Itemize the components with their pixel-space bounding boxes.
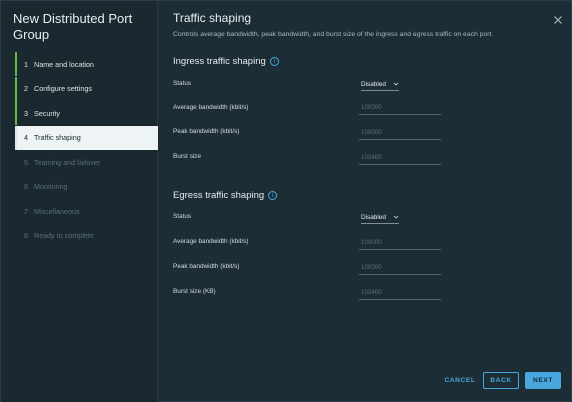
- egress-title-text: Egress traffic shaping: [173, 190, 265, 201]
- step-label: Teaming and failover: [34, 157, 101, 167]
- step-label: Ready to complete: [34, 231, 94, 240]
- step-label: Traffic shaping: [34, 133, 81, 142]
- egress-peak-label: Peak bandwidth (kbit/s): [173, 263, 240, 270]
- egress-status-select[interactable]: Disabled: [361, 214, 399, 224]
- info-icon[interactable]: i: [269, 57, 279, 66]
- cancel-button[interactable]: CANCEL: [441, 372, 479, 389]
- wizard-step-traffic-shaping[interactable]: 4 Traffic shaping: [15, 125, 158, 150]
- egress-avg-bandwidth-input[interactable]: 100000: [359, 239, 441, 250]
- wizard-title: New Distributed Port Group: [13, 11, 133, 42]
- info-icon[interactable]: i: [268, 191, 278, 200]
- egress-burst-size-input[interactable]: 102400: [359, 289, 441, 300]
- ingress-burst-size-input[interactable]: 102400: [359, 154, 441, 165]
- step-number: 6: [24, 182, 28, 191]
- wizard-content: Traffic shaping Controls average bandwid…: [159, 1, 571, 401]
- step-number: 8: [24, 231, 28, 240]
- ingress-burst-label: Burst size: [173, 153, 202, 160]
- page-title: Traffic shaping: [173, 11, 252, 25]
- step-label: Miscellaneous: [34, 206, 80, 216]
- step-label: Monitoring: [34, 182, 68, 191]
- ingress-status-label: Status: [173, 80, 192, 87]
- ingress-peak-bandwidth-input[interactable]: 100000: [359, 129, 441, 140]
- step-label: Configure settings: [34, 84, 92, 93]
- chevron-down-icon: [393, 215, 399, 219]
- wizard-step-monitoring: 6 Monitoring: [15, 175, 158, 199]
- next-button[interactable]: NEXT: [525, 372, 561, 389]
- wizard-step-name-and-location[interactable]: 1 Name and location: [15, 52, 158, 76]
- close-icon[interactable]: [553, 15, 563, 25]
- ingress-section-title: Ingress traffic shaping i: [173, 56, 279, 67]
- step-label: Security: [34, 108, 60, 118]
- page-subtitle: Controls average bandwidth, peak bandwid…: [173, 31, 494, 38]
- step-label: Name and location: [34, 59, 94, 69]
- egress-status-label: Status: [173, 213, 192, 220]
- step-number: 3: [24, 108, 28, 118]
- ingress-title-text: Ingress traffic shaping: [173, 56, 266, 67]
- step-number: 2: [24, 84, 28, 93]
- wizard-dialog: New Distributed Port Group 1 Name and lo…: [0, 0, 572, 402]
- egress-avg-label: Average bandwidth (kbit/s): [173, 238, 249, 245]
- ingress-avg-label: Average bandwidth (kbit/s): [173, 104, 249, 111]
- egress-section-title: Egress traffic shaping i: [173, 190, 278, 201]
- step-number: 5: [24, 157, 28, 167]
- chevron-down-icon: [393, 82, 399, 86]
- wizard-step-teaming-and-failover: 5 Teaming and failover: [15, 150, 158, 174]
- step-number: 7: [24, 206, 28, 216]
- wizard-steps: 1 Name and location 2 Configure settings…: [15, 52, 158, 248]
- wizard-step-security[interactable]: 3 Security: [15, 101, 158, 125]
- back-button[interactable]: BACK: [483, 372, 519, 389]
- ingress-status-value: Disabled: [361, 81, 386, 88]
- wizard-step-configure-settings[interactable]: 2 Configure settings: [15, 76, 158, 101]
- ingress-peak-label: Peak bandwidth (kbit/s): [173, 128, 240, 135]
- step-number: 1: [24, 59, 28, 69]
- egress-peak-bandwidth-input[interactable]: 100000: [359, 264, 441, 275]
- egress-status-value: Disabled: [361, 214, 386, 221]
- step-number: 4: [24, 133, 28, 142]
- ingress-avg-bandwidth-input[interactable]: 100000: [359, 104, 441, 115]
- wizard-sidebar: New Distributed Port Group 1 Name and lo…: [1, 1, 158, 402]
- ingress-status-select[interactable]: Disabled: [361, 81, 399, 91]
- wizard-step-miscellaneous: 7 Miscellaneous: [15, 199, 158, 223]
- wizard-step-ready-to-complete: 8 Ready to complete: [15, 224, 158, 248]
- egress-burst-label: Burst size (KB): [173, 288, 216, 295]
